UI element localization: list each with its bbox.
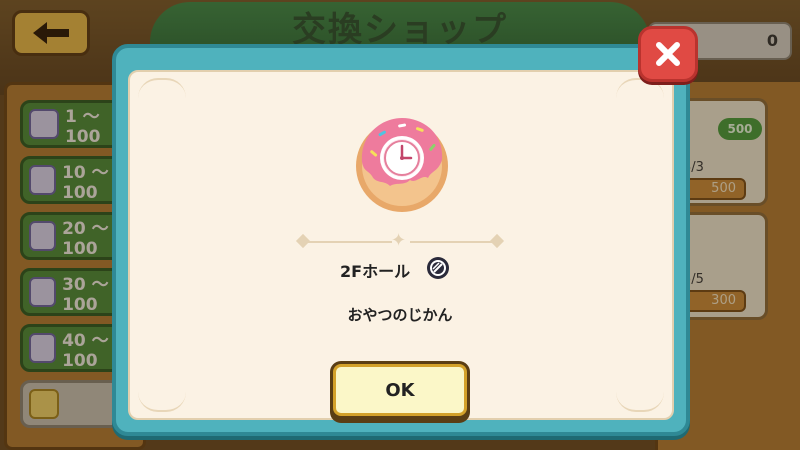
- ok-button[interactable]: OK: [333, 364, 467, 416]
- corner-ornament: [138, 78, 186, 102]
- divider-line: [410, 241, 496, 243]
- close-button[interactable]: [638, 26, 698, 82]
- divider-line: [306, 241, 392, 243]
- divider-sparkle: ✦: [391, 230, 407, 251]
- corner-ornament: [138, 388, 186, 412]
- donut-clock-icon: [352, 112, 452, 212]
- item-description: おやつのじかん: [347, 306, 453, 324]
- close-icon: [656, 42, 680, 66]
- item-name: 2Fホール: [340, 262, 411, 281]
- corner-ornament: [616, 388, 664, 412]
- gear-badge-icon: [426, 256, 450, 280]
